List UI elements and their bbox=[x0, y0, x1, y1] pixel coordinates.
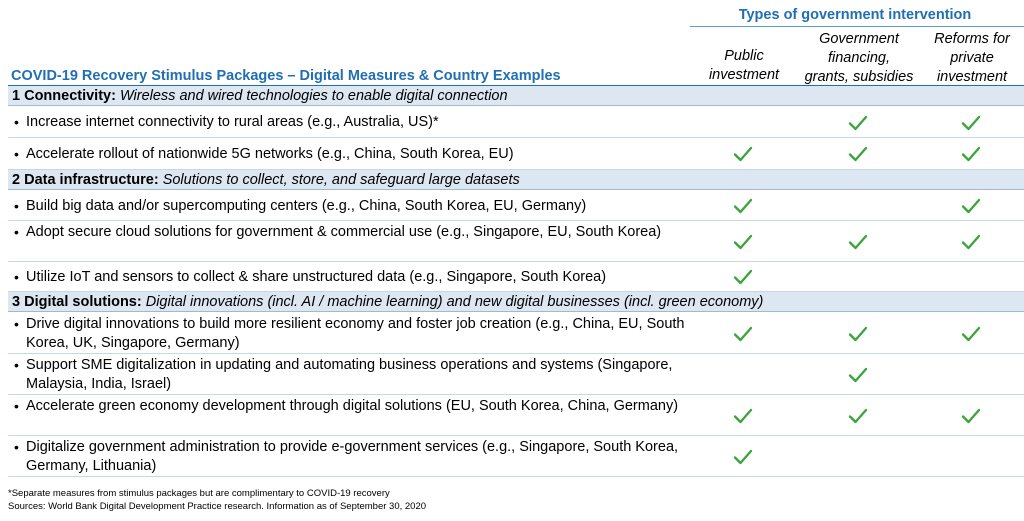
table-row: • Adopt secure cloud solutions for govern… bbox=[8, 221, 1024, 262]
table-title: COVID-19 Recovery Stimulus Packages – Di… bbox=[11, 68, 561, 84]
bullet-icon: • bbox=[14, 197, 19, 214]
column-header-government-financing: Government financing, grants, subsidies bbox=[794, 30, 924, 87]
column-header-line: Public bbox=[724, 48, 764, 64]
section-header: 3 Digital solutions: Digital innovations… bbox=[8, 292, 1024, 312]
types-of-intervention-header: Types of government intervention bbox=[738, 7, 972, 23]
checkmark-icon bbox=[848, 407, 868, 425]
bullet-icon: • bbox=[14, 316, 19, 332]
checkmark-icon bbox=[848, 114, 868, 132]
row-measure-text: Increase internet connectivity to rural … bbox=[26, 114, 439, 130]
section-title: 1 Connectivity: bbox=[12, 88, 116, 104]
checkmark-icon bbox=[961, 233, 981, 251]
section-header: 2 Data infrastructure: Solutions to coll… bbox=[8, 170, 1024, 190]
table-row: • Accelerate rollout of nationwide 5G net… bbox=[8, 138, 1024, 170]
types-header-underline bbox=[690, 26, 1024, 27]
checkmark-icon bbox=[848, 325, 868, 343]
bullet-icon: • bbox=[14, 439, 19, 455]
section-subtitle: Solutions to collect, store, and safegua… bbox=[162, 172, 520, 188]
checkmark-icon bbox=[961, 407, 981, 425]
checkmark-icon bbox=[733, 197, 753, 215]
table-row: • Support SME digitalization in updating … bbox=[8, 354, 1024, 395]
table-row: • Drive digital innovations to build more… bbox=[8, 313, 1024, 354]
section-subtitle: Digital innovations (incl. AI / machine … bbox=[145, 294, 764, 310]
section-subtitle: Wireless and wired technologies to enabl… bbox=[119, 88, 508, 104]
column-header-line: investment bbox=[708, 67, 780, 83]
checkmark-icon bbox=[733, 268, 753, 286]
column-header-line: Government bbox=[819, 31, 899, 47]
column-header-line: private bbox=[950, 50, 994, 66]
row-measure-text: Accelerate green economy development thr… bbox=[26, 398, 679, 414]
checkmark-icon bbox=[961, 114, 981, 132]
checkmark-icon bbox=[733, 233, 753, 251]
table-row: • Digitalize government administration to… bbox=[8, 436, 1024, 477]
bullet-icon: • bbox=[14, 224, 19, 240]
row-measure-text: Build big data and/or supercomputing cen… bbox=[26, 197, 587, 214]
column-header-line: Reforms for bbox=[934, 31, 1010, 47]
checkmark-icon bbox=[733, 145, 753, 163]
row-measure-text: Digitalize government administration to … bbox=[26, 439, 679, 474]
checkmark-icon bbox=[848, 366, 868, 384]
row-measure-text: Drive digital innovations to build more … bbox=[26, 316, 685, 351]
section-title: 2 Data infrastructure: bbox=[12, 172, 159, 188]
bullet-icon: • bbox=[14, 357, 19, 373]
table-row: • Increase internet connectivity to rural… bbox=[8, 107, 1024, 138]
section-title: 3 Digital solutions: bbox=[12, 294, 142, 310]
checkmark-icon bbox=[961, 197, 981, 215]
table-row: • Accelerate green economy development th… bbox=[8, 395, 1024, 436]
row-measure-text: Adopt secure cloud solutions for governm… bbox=[26, 224, 662, 240]
column-header-line: financing, bbox=[827, 50, 891, 66]
table-row: • Build big data and/or supercomputing ce… bbox=[8, 191, 1024, 221]
checkmark-icon bbox=[848, 233, 868, 251]
bullet-icon: • bbox=[14, 114, 19, 130]
column-header-public-investment: Public investment bbox=[706, 47, 782, 85]
row-measure-text: Accelerate rollout of nationwide 5G netw… bbox=[26, 145, 514, 162]
row-measure-text: Support SME digitalization in updating a… bbox=[26, 357, 673, 392]
table-row: • Utilize IoT and sensors to collect & sh… bbox=[8, 262, 1024, 292]
column-header-reforms-private-investment: Reforms for private investment bbox=[926, 30, 1018, 87]
checkmark-icon bbox=[733, 325, 753, 343]
bullet-icon: • bbox=[14, 145, 19, 162]
footnote: *Separate measures from stimulus package… bbox=[8, 488, 390, 499]
sources-note: Sources: World Bank Digital Development … bbox=[8, 501, 427, 512]
checkmark-icon bbox=[961, 325, 981, 343]
bullet-icon: • bbox=[14, 268, 19, 285]
checkmark-icon bbox=[848, 145, 868, 163]
bullet-icon: • bbox=[14, 398, 19, 414]
section-header: 1 Connectivity: Wireless and wired techn… bbox=[8, 86, 1024, 106]
checkmark-icon bbox=[961, 145, 981, 163]
checkmark-icon bbox=[733, 448, 753, 466]
row-measure-text: Utilize IoT and sensors to collect & sha… bbox=[26, 268, 607, 285]
checkmark-icon bbox=[733, 407, 753, 425]
